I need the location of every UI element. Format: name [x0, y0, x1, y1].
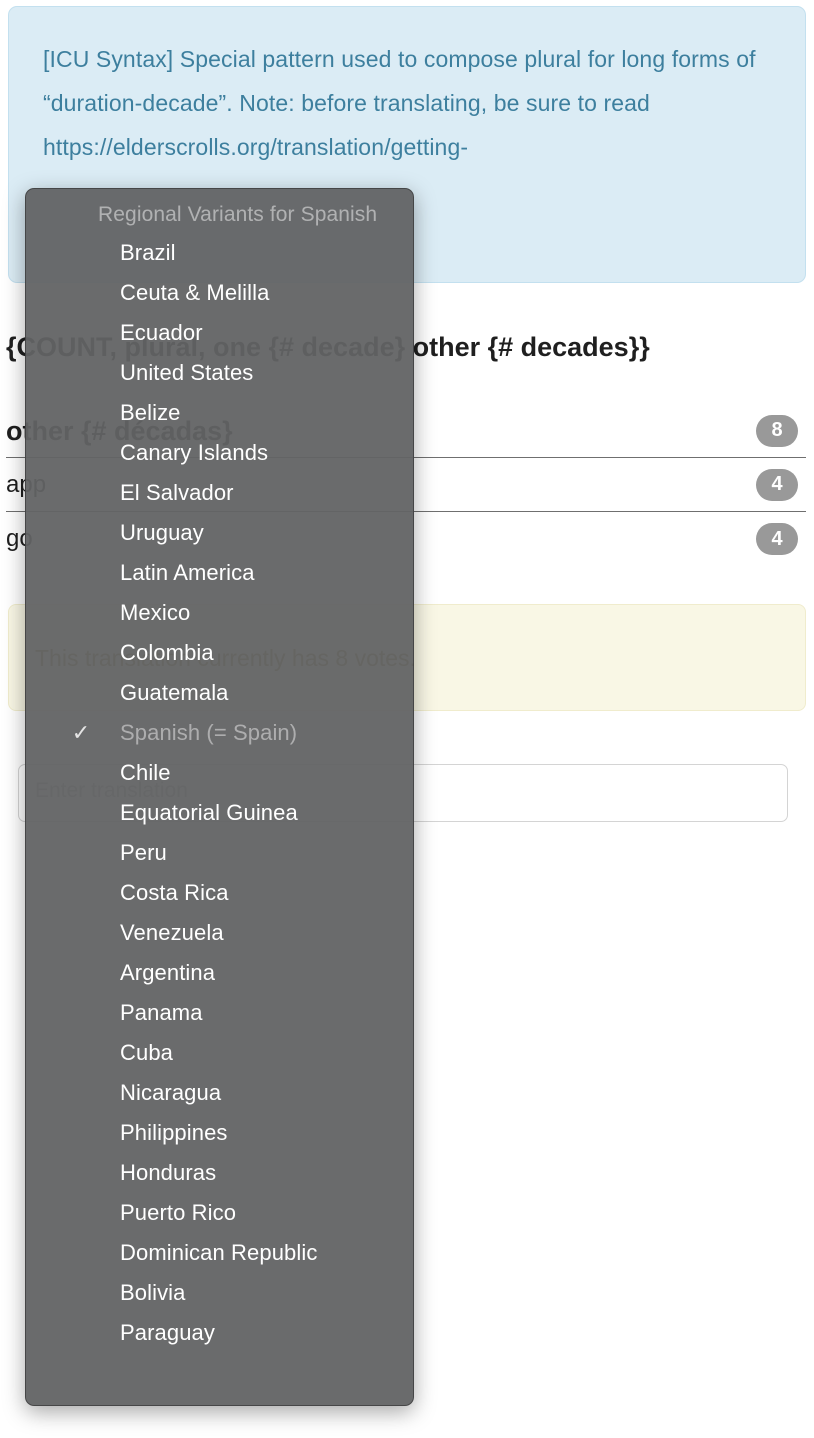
menu-item-label: Puerto Rico [120, 1200, 236, 1226]
menu-item-label: Philippines [120, 1120, 228, 1146]
menu-item-equatorial-guinea[interactable]: Equatorial Guinea [26, 793, 413, 833]
menu-item-label: Mexico [120, 600, 190, 626]
menu-item-panama[interactable]: Panama [26, 993, 413, 1033]
menu-item-chile[interactable]: Chile [26, 753, 413, 793]
regional-variants-menu[interactable]: Regional Variants for Spanish Brazil Ceu… [25, 188, 414, 1406]
menu-item-el-salvador[interactable]: El Salvador [26, 473, 413, 513]
menu-item-honduras[interactable]: Honduras [26, 1153, 413, 1193]
menu-item-bolivia[interactable]: Bolivia [26, 1273, 413, 1313]
menu-item-label: Cuba [120, 1040, 173, 1066]
menu-item-uruguay[interactable]: Uruguay [26, 513, 413, 553]
vote-count-badge: 4 [756, 523, 798, 555]
menu-item-label: Colombia [120, 640, 214, 666]
menu-item-label: Ceuta & Melilla [120, 280, 269, 306]
menu-item-label: Honduras [120, 1160, 216, 1186]
menu-item-philippines[interactable]: Philippines [26, 1113, 413, 1153]
menu-item-latin-america[interactable]: Latin America [26, 553, 413, 593]
menu-item-label: El Salvador [120, 480, 234, 506]
developer-note-text: [ICU Syntax] Special pattern used to com… [43, 37, 771, 169]
menu-item-guatemala[interactable]: Guatemala [26, 673, 413, 713]
menu-item-mexico[interactable]: Mexico [26, 593, 413, 633]
menu-item-colombia[interactable]: Colombia [26, 633, 413, 673]
menu-item-label: Chile [120, 760, 171, 786]
menu-item-label: Venezuela [120, 920, 224, 946]
menu-item-canary-islands[interactable]: Canary Islands [26, 433, 413, 473]
menu-item-venezuela[interactable]: Venezuela [26, 913, 413, 953]
menu-item-label: Spanish (= Spain) [120, 720, 297, 746]
menu-item-label: Ecuador [120, 320, 203, 346]
menu-item-label: Panama [120, 1000, 203, 1026]
menu-item-label: Dominican Republic [120, 1240, 317, 1266]
vote-count-badge: 8 [756, 415, 798, 447]
menu-item-label: Bolivia [120, 1280, 186, 1306]
regional-variants-menu-title: Regional Variants for Spanish [26, 197, 413, 233]
menu-item-label: Uruguay [120, 520, 204, 546]
menu-item-label: Belize [120, 400, 181, 426]
menu-item-label: United States [120, 360, 253, 386]
menu-item-label: Peru [120, 840, 167, 866]
menu-item-argentina[interactable]: Argentina [26, 953, 413, 993]
menu-item-spanish-spain[interactable]: ✓ Spanish (= Spain) [26, 713, 413, 753]
menu-item-label: Canary Islands [120, 440, 268, 466]
vote-count-badge: 4 [756, 469, 798, 501]
menu-item-label: Argentina [120, 960, 215, 986]
menu-item-costa-rica[interactable]: Costa Rica [26, 873, 413, 913]
translation-editor-page: [ICU Syntax] Special pattern used to com… [0, 0, 814, 1438]
menu-item-label: Equatorial Guinea [120, 800, 298, 826]
menu-item-ecuador[interactable]: Ecuador [26, 313, 413, 353]
menu-item-nicaragua[interactable]: Nicaragua [26, 1073, 413, 1113]
menu-item-paraguay[interactable]: Paraguay [26, 1313, 413, 1353]
menu-item-brazil[interactable]: Brazil [26, 233, 413, 273]
menu-item-puerto-rico[interactable]: Puerto Rico [26, 1193, 413, 1233]
menu-item-united-states[interactable]: United States [26, 353, 413, 393]
menu-item-peru[interactable]: Peru [26, 833, 413, 873]
menu-item-label: Latin America [120, 560, 255, 586]
menu-item-label: Costa Rica [120, 880, 229, 906]
menu-item-label: Paraguay [120, 1320, 215, 1346]
menu-item-cuba[interactable]: Cuba [26, 1033, 413, 1073]
checkmark-icon: ✓ [71, 723, 91, 743]
menu-item-ceuta-melilla[interactable]: Ceuta & Melilla [26, 273, 413, 313]
menu-item-label: Guatemala [120, 680, 229, 706]
menu-item-label: Brazil [120, 240, 176, 266]
menu-item-label: Nicaragua [120, 1080, 221, 1106]
menu-item-belize[interactable]: Belize [26, 393, 413, 433]
menu-item-dominican-republic[interactable]: Dominican Republic [26, 1233, 413, 1273]
